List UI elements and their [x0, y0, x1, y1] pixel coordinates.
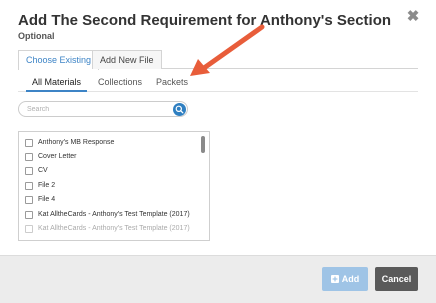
checkbox[interactable]	[25, 182, 33, 190]
tab-add-new-file[interactable]: Add New File	[92, 50, 162, 69]
tab-choose-existing[interactable]: Choose Existing	[18, 50, 100, 70]
modal-dialog: Add The Second Requirement for Anthony's…	[0, 0, 436, 303]
list-item[interactable]: CV	[19, 164, 199, 178]
search-icon	[175, 105, 184, 114]
checkbox[interactable]	[25, 225, 33, 233]
search-field	[18, 101, 188, 117]
plus-icon	[330, 275, 339, 283]
item-label: Kat AlltheCards - Anthony's Test Templat…	[38, 211, 190, 218]
checkbox[interactable]	[25, 167, 33, 175]
tab-all-materials[interactable]: All Materials	[26, 76, 88, 92]
item-label: File 4	[38, 196, 56, 203]
search-input[interactable]	[27, 104, 167, 115]
checkbox[interactable]	[25, 139, 33, 147]
item-label: File 2	[38, 182, 56, 189]
item-label: Kat AlltheCards - Anthony's Test Templat…	[38, 225, 190, 232]
list-item[interactable]: File 2	[19, 179, 199, 193]
item-label: Cover Letter	[38, 153, 77, 160]
checkbox[interactable]	[25, 196, 33, 204]
add-button-label: Add	[341, 274, 360, 284]
list-item[interactable]: File 4	[19, 193, 199, 207]
list-item[interactable]: Cover Letter	[19, 150, 199, 164]
tab-collections[interactable]: Collections	[98, 76, 142, 91]
list-item[interactable]: Anthony's MB Response	[19, 136, 199, 150]
annotation-arrow	[190, 24, 265, 76]
checkbox[interactable]	[25, 153, 33, 161]
materials-list: Anthony's MB Response Cover Letter CV Fi…	[18, 131, 210, 241]
item-label: CV	[38, 167, 48, 174]
list-item[interactable]: Kat AlltheCards - Anthony's Test Templat…	[19, 208, 199, 222]
materials-tabs: All Materials Collections Packets	[18, 76, 418, 92]
modal-footer: Add Cancel	[0, 255, 436, 303]
search-button[interactable]	[173, 103, 186, 116]
checkbox[interactable]	[25, 211, 33, 219]
scrollbar-thumb[interactable]	[201, 136, 205, 153]
add-button[interactable]: Add	[322, 267, 368, 291]
modal-subtitle: Optional	[18, 31, 55, 41]
item-label: Anthony's MB Response	[38, 139, 115, 146]
list-item[interactable]: Kat AlltheCards - Anthony's Test Templat…	[19, 222, 199, 236]
tab-packets[interactable]: Packets	[156, 76, 188, 91]
close-icon[interactable]: ✖	[404, 8, 422, 26]
cancel-button[interactable]: Cancel	[375, 267, 418, 291]
